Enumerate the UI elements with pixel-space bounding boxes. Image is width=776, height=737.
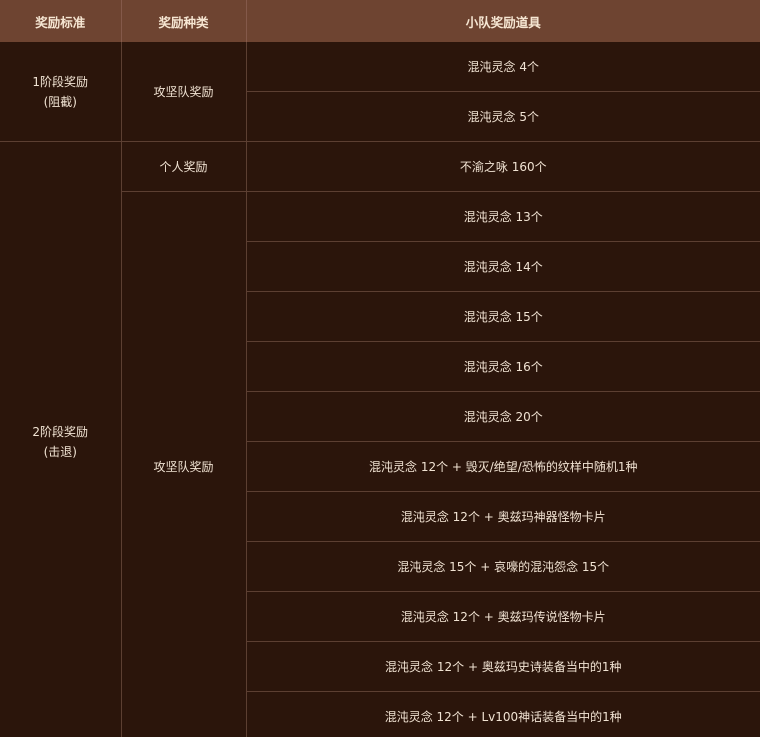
- reward-item: 混沌灵念 4个: [245, 42, 760, 92]
- reward-item: 混沌灵念 20个: [245, 391, 760, 442]
- header-team-reward-items: 小队奖励道具: [245, 0, 760, 42]
- reward-item: 混沌灵念 12个 + 奥兹玛传说怪物卡片: [245, 591, 760, 642]
- reward-item: 不渝之咏 160个: [245, 141, 760, 192]
- stage1-label-line1: 1阶段奖励: [32, 74, 89, 89]
- stage2-personal-type: 个人奖励: [120, 141, 246, 192]
- stage1-label-line2: (阻截): [43, 94, 77, 109]
- reward-item: 混沌灵念 12个 + 毁灭/绝望/恐怖的纹样中随机1种: [245, 441, 760, 492]
- reward-item: 混沌灵念 12个 + 奥兹玛史诗装备当中的1种: [245, 641, 760, 692]
- reward-item: 混沌灵念 12个 + 奥兹玛神器怪物卡片: [245, 491, 760, 542]
- table-row: 1阶段奖励 (阻截) 攻坚队奖励 混沌灵念 4个: [0, 42, 760, 142]
- reward-item: 混沌灵念 12个 + Lv100神话装备当中的1种: [245, 691, 760, 737]
- stage1-type: 攻坚队奖励: [120, 42, 246, 142]
- stage1-label: 1阶段奖励 (阻截): [0, 42, 121, 142]
- header-reward-standard: 奖励标准: [0, 0, 121, 42]
- reward-item: 混沌灵念 15个 + 哀嚎的混沌怨念 15个: [245, 541, 760, 592]
- reward-item: 混沌灵念 5个: [245, 91, 760, 142]
- table-header-row: 奖励标准 奖励种类 小队奖励道具: [0, 0, 760, 42]
- stage2-label: 2阶段奖励 (击退): [0, 141, 121, 737]
- reward-table: 奖励标准 奖励种类 小队奖励道具 1阶段奖励 (阻截) 攻坚队奖励 混沌灵念 4…: [0, 0, 760, 737]
- reward-item: 混沌灵念 15个: [245, 291, 760, 342]
- stage2-label-line1: 2阶段奖励: [32, 424, 89, 439]
- header-reward-type: 奖励种类: [120, 0, 246, 42]
- reward-item: 混沌灵念 14个: [245, 241, 760, 292]
- table-row: 2阶段奖励 (击退) 个人奖励 不渝之咏 160个: [0, 141, 760, 737]
- stage2-label-line2: (击退): [43, 444, 77, 459]
- reward-item: 混沌灵念 16个: [245, 341, 760, 392]
- reward-item: 混沌灵念 13个: [245, 191, 760, 242]
- stage2-team-type: 攻坚队奖励: [120, 191, 246, 737]
- reward-table-container: 奖励标准 奖励种类 小队奖励道具 1阶段奖励 (阻截) 攻坚队奖励 混沌灵念 4…: [0, 0, 760, 737]
